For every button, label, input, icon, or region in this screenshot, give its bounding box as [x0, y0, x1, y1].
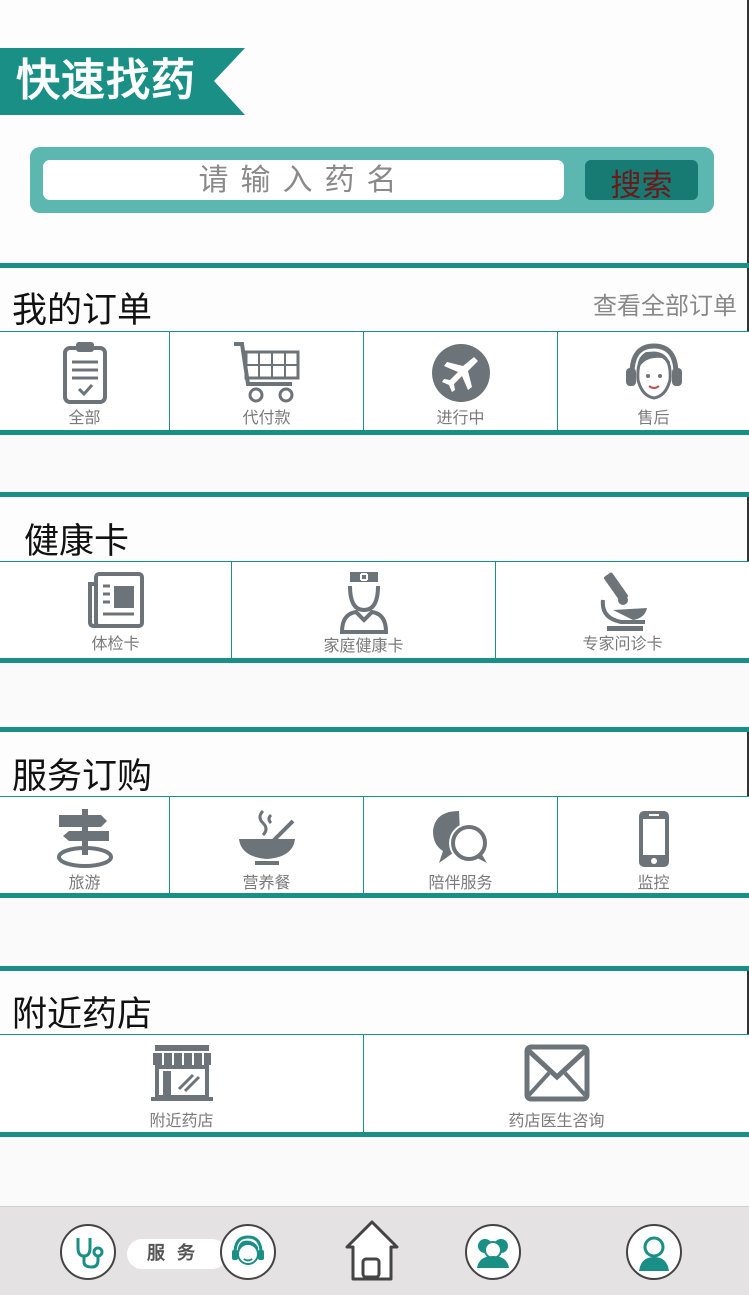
- order-item-in-progress[interactable]: 进行中: [364, 332, 558, 430]
- nearby-row: 附近药店 药店医生咨询: [0, 1035, 749, 1132]
- search-input[interactable]: [43, 160, 564, 200]
- clipboard-icon: [62, 342, 107, 404]
- health-item-family-card[interactable]: 家庭健康卡: [232, 562, 496, 658]
- service-item-travel[interactable]: 旅游: [0, 797, 170, 893]
- section-divider: [0, 492, 749, 497]
- view-all-orders-link[interactable]: 查看全部订单: [593, 286, 737, 321]
- orders-row: 全部 代付款 进行中 售后: [0, 332, 749, 430]
- order-item-label: 全部: [68, 408, 101, 427]
- services-title: 服务订购: [12, 757, 153, 797]
- service-item-label: 监控: [637, 873, 670, 892]
- nurse-icon: [339, 572, 388, 634]
- headset-agent-icon: [625, 343, 682, 400]
- phone-icon: [638, 811, 669, 867]
- service-item-label: 营养餐: [242, 873, 291, 892]
- service-item-label: 陪伴服务: [428, 873, 493, 892]
- health-item-label: 体检卡: [91, 634, 140, 653]
- section-divider: [0, 727, 749, 732]
- order-item-label: 进行中: [436, 408, 485, 427]
- page-title: 快速找药: [16, 55, 196, 106]
- order-item-pending-payment[interactable]: 代付款: [170, 332, 364, 430]
- order-item-all[interactable]: 全部: [0, 332, 170, 430]
- stethoscope-icon: [76, 1238, 104, 1269]
- user-icon: [639, 1236, 669, 1271]
- nearby-item-label: 药店医生咨询: [508, 1111, 605, 1130]
- orders-title: 我的订单: [12, 291, 153, 331]
- home-icon: [345, 1220, 399, 1281]
- signpost-icon: [56, 809, 113, 868]
- health-item-label: 专家问诊卡: [582, 634, 663, 653]
- health-item-checkup-card[interactable]: 体检卡: [0, 562, 232, 658]
- bowl-icon: [238, 809, 295, 865]
- nav-stethoscope-button[interactable]: [60, 1224, 116, 1280]
- nearby-title: 附近药店: [12, 995, 153, 1035]
- store-icon: [150, 1045, 213, 1101]
- bottom-nav: 服务: [0, 1206, 749, 1295]
- service-item-nutrition-meal[interactable]: 营养餐: [170, 797, 364, 893]
- section-divider: [0, 966, 749, 971]
- health-card-row: 体检卡 家庭健康卡 专家问诊卡: [0, 562, 749, 658]
- nearby-item-label: 附近药店: [149, 1111, 214, 1130]
- section-divider: [0, 263, 749, 268]
- service-item-companion[interactable]: 陪伴服务: [364, 797, 558, 893]
- order-item-after-sales[interactable]: 售后: [558, 332, 749, 430]
- newspaper-icon: [87, 572, 144, 628]
- service-item-monitor[interactable]: 监控: [558, 797, 749, 893]
- search-bar: 搜索: [30, 147, 714, 213]
- nav-headset-button[interactable]: [220, 1224, 276, 1280]
- chat-bubbles-icon: [432, 811, 489, 863]
- nav-group-button[interactable]: [465, 1224, 521, 1280]
- cart-icon: [233, 342, 299, 403]
- headset-icon: [232, 1235, 264, 1265]
- health-item-label: 家庭健康卡: [323, 636, 404, 655]
- services-row: 旅游 营养餐 陪伴服务 监控: [0, 797, 749, 893]
- plane-icon: [431, 344, 490, 402]
- order-item-label: 代付款: [242, 408, 291, 427]
- nearby-item-doctor-consult[interactable]: 药店医生咨询: [364, 1035, 749, 1132]
- health-item-expert-card[interactable]: 专家问诊卡: [496, 562, 749, 658]
- order-item-label: 售后: [637, 408, 670, 427]
- nav-home-button[interactable]: [343, 1219, 401, 1287]
- nav-user-button[interactable]: [626, 1224, 682, 1280]
- search-button[interactable]: 搜索: [585, 160, 698, 204]
- health-card-title: 健康卡: [24, 522, 130, 562]
- service-item-label: 旅游: [68, 873, 101, 892]
- group-icon: [477, 1239, 509, 1268]
- service-label: 服务: [127, 1239, 227, 1269]
- page-banner: 快速找药: [0, 48, 245, 115]
- microscope-icon: [600, 572, 647, 631]
- nearby-item-pharmacy[interactable]: 附近药店: [0, 1035, 364, 1132]
- envelope-icon: [524, 1044, 589, 1102]
